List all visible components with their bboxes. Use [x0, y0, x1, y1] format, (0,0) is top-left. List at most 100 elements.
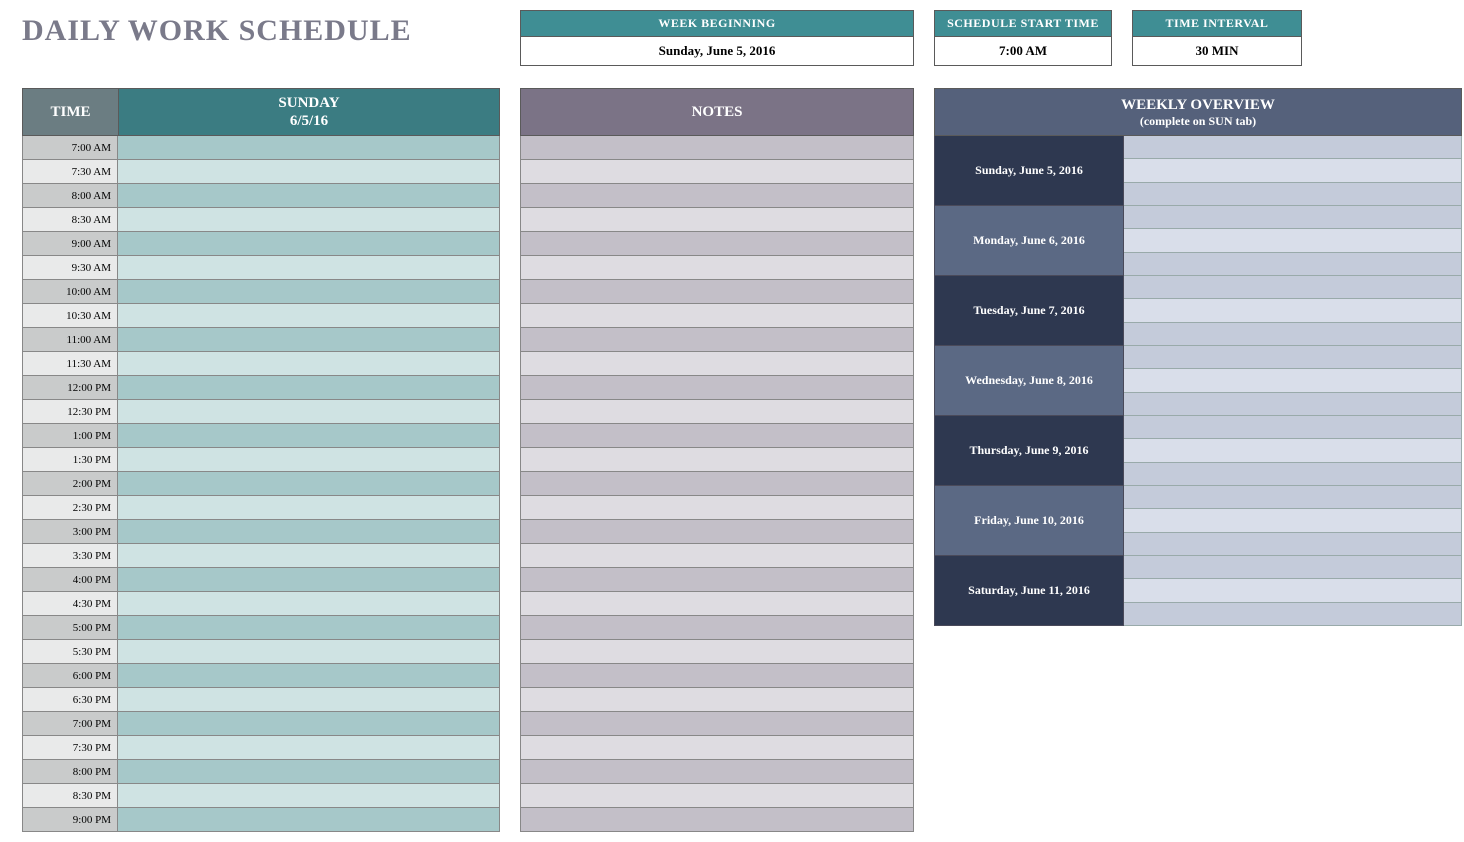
notes-row[interactable]	[520, 448, 914, 472]
schedule-slot[interactable]	[118, 448, 500, 472]
overview-slot[interactable]	[1124, 533, 1462, 556]
notes-row[interactable]	[520, 616, 914, 640]
schedule-slot[interactable]	[118, 568, 500, 592]
notes-row[interactable]	[520, 208, 914, 232]
overview-slot[interactable]	[1124, 416, 1462, 439]
overview-slot[interactable]	[1124, 346, 1462, 369]
overview-slot[interactable]	[1124, 603, 1462, 626]
schedule-slot[interactable]	[118, 160, 500, 184]
overview-slot[interactable]	[1124, 136, 1462, 159]
schedule-slot[interactable]	[118, 136, 500, 160]
notes-row[interactable]	[520, 496, 914, 520]
schedule-slot[interactable]	[118, 688, 500, 712]
notes-row[interactable]	[520, 472, 914, 496]
schedule-start-value[interactable]: 7:00 AM	[935, 37, 1111, 65]
notes-row[interactable]	[520, 640, 914, 664]
schedule-slot[interactable]	[118, 256, 500, 280]
schedule-slot[interactable]	[118, 640, 500, 664]
schedule-slot[interactable]	[118, 304, 500, 328]
overview-slot[interactable]	[1124, 439, 1462, 462]
overview-slot[interactable]	[1124, 579, 1462, 602]
overview-slot[interactable]	[1124, 299, 1462, 322]
overview-slot[interactable]	[1124, 229, 1462, 252]
notes-row[interactable]	[520, 520, 914, 544]
time-interval-value[interactable]: 30 MIN	[1133, 37, 1301, 65]
schedule-slot[interactable]	[118, 184, 500, 208]
schedule-slot[interactable]	[118, 808, 500, 832]
time-cell: 7:00 AM	[22, 136, 118, 160]
schedule-row: 8:30 AM	[22, 208, 500, 232]
notes-row[interactable]	[520, 544, 914, 568]
schedule-slot[interactable]	[118, 352, 500, 376]
notes-row[interactable]	[520, 808, 914, 832]
schedule-slot[interactable]	[118, 712, 500, 736]
schedule-row: 10:00 AM	[22, 280, 500, 304]
schedule-row: 3:30 PM	[22, 544, 500, 568]
schedule-slot[interactable]	[118, 376, 500, 400]
overview-slot[interactable]	[1124, 393, 1462, 416]
notes-row[interactable]	[520, 352, 914, 376]
notes-row[interactable]	[520, 376, 914, 400]
notes-row[interactable]	[520, 232, 914, 256]
notes-row[interactable]	[520, 304, 914, 328]
schedule-slot[interactable]	[118, 784, 500, 808]
schedule-slot[interactable]	[118, 400, 500, 424]
time-cell: 8:30 AM	[22, 208, 118, 232]
schedule-row: 1:00 PM	[22, 424, 500, 448]
schedule-slot[interactable]	[118, 496, 500, 520]
notes-row[interactable]	[520, 784, 914, 808]
overview-slot[interactable]	[1124, 183, 1462, 206]
overview-slot[interactable]	[1124, 276, 1462, 299]
notes-row[interactable]	[520, 400, 914, 424]
schedule-row: 2:00 PM	[22, 472, 500, 496]
time-cell: 12:00 PM	[22, 376, 118, 400]
schedule-slot[interactable]	[118, 616, 500, 640]
overview-slot[interactable]	[1124, 556, 1462, 579]
overview-slot[interactable]	[1124, 509, 1462, 532]
time-cell: 7:30 AM	[22, 160, 118, 184]
notes-row[interactable]	[520, 760, 914, 784]
notes-row[interactable]	[520, 568, 914, 592]
schedule-slot[interactable]	[118, 664, 500, 688]
overview-slot[interactable]	[1124, 463, 1462, 486]
schedule-row: 4:00 PM	[22, 568, 500, 592]
schedule-slot[interactable]	[118, 232, 500, 256]
time-cell: 5:30 PM	[22, 640, 118, 664]
notes-row[interactable]	[520, 184, 914, 208]
schedule-slot[interactable]	[118, 424, 500, 448]
schedule-slot[interactable]	[118, 328, 500, 352]
notes-row[interactable]	[520, 736, 914, 760]
notes-row[interactable]	[520, 136, 914, 160]
schedule-slot[interactable]	[118, 520, 500, 544]
overview-day-label: Saturday, June 11, 2016	[934, 556, 1124, 626]
schedule-slot[interactable]	[118, 736, 500, 760]
notes-row[interactable]	[520, 256, 914, 280]
notes-table: NOTES	[520, 88, 914, 832]
notes-row[interactable]	[520, 688, 914, 712]
schedule-slot[interactable]	[118, 592, 500, 616]
weekly-overview-title: WEEKLY OVERVIEW	[1121, 96, 1275, 114]
overview-slot[interactable]	[1124, 369, 1462, 392]
overview-slot[interactable]	[1124, 206, 1462, 229]
overview-slot[interactable]	[1124, 486, 1462, 509]
notes-row[interactable]	[520, 424, 914, 448]
notes-row[interactable]	[520, 160, 914, 184]
schedule-row: 12:00 PM	[22, 376, 500, 400]
schedule-row: 7:30 PM	[22, 736, 500, 760]
schedule-slot[interactable]	[118, 760, 500, 784]
schedule-slot[interactable]	[118, 280, 500, 304]
schedule-slot[interactable]	[118, 208, 500, 232]
notes-row[interactable]	[520, 712, 914, 736]
time-cell: 7:00 PM	[22, 712, 118, 736]
week-beginning-value[interactable]: Sunday, June 5, 2016	[521, 37, 913, 65]
overview-slot[interactable]	[1124, 323, 1462, 346]
notes-row[interactable]	[520, 328, 914, 352]
time-cell: 8:00 AM	[22, 184, 118, 208]
notes-row[interactable]	[520, 592, 914, 616]
schedule-slot[interactable]	[118, 472, 500, 496]
overview-slot[interactable]	[1124, 253, 1462, 276]
notes-row[interactable]	[520, 664, 914, 688]
overview-slot[interactable]	[1124, 159, 1462, 182]
schedule-slot[interactable]	[118, 544, 500, 568]
notes-row[interactable]	[520, 280, 914, 304]
